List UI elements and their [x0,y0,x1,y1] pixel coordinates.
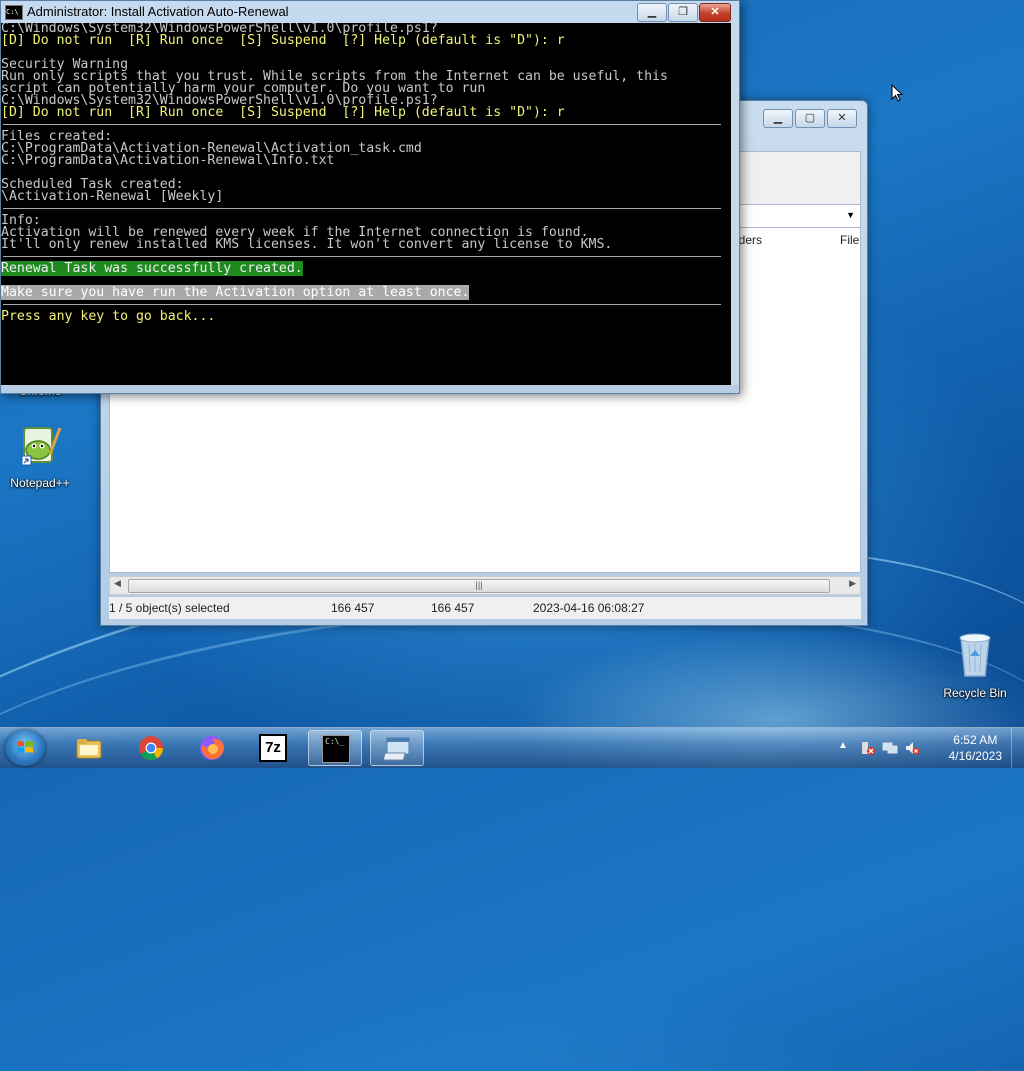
notepadpp-icon [0,424,80,473]
success-message: Renewal Task was successfully created. [1,261,303,276]
status-size: 166 457 [331,601,375,615]
clock-date: 4/16/2023 [948,749,1002,763]
windows-logo-icon [17,741,33,753]
console-scrollbar[interactable] [731,23,739,385]
start-button[interactable] [5,730,45,766]
console-window-controls: ▁ ❐ ✕ [637,3,731,22]
scroll-right-icon[interactable]: ▶ [849,578,856,589]
column-header-file[interactable]: File [840,228,859,252]
clock-time: 6:52 AM [953,733,998,747]
clock[interactable]: 6:52 AM 4/16/2023 [949,732,1002,764]
desktop-icon-label: Notepad++ [10,476,70,490]
console-divider [3,124,721,125]
taskbar-explorer-button[interactable] [62,730,116,766]
firefox-icon [200,736,224,760]
taskbar-7zip-button[interactable]: 7z [246,730,300,766]
console-divider [3,208,721,209]
chevron-down-icon[interactable]: ▼ [846,210,855,220]
status-selected: 1 / 5 object(s) selected [109,601,230,615]
console-line: It'll only renew installed KMS licenses.… [1,237,613,252]
status-packed-size: 166 457 [431,601,475,615]
console-window[interactable]: C:\ Administrator: Install Activation Au… [0,0,740,394]
window-title: Administrator: Install Activation Auto-R… [27,4,289,19]
taskbar-remote-window-button[interactable] [370,730,424,766]
console-icon: C:\_ [322,735,350,763]
close-button[interactable]: ✕ [827,109,857,128]
show-desktop-button[interactable] [1011,728,1024,768]
console-line: C:\ProgramData\Activation-Renewal\Info.t… [1,153,335,168]
taskbar-chrome-button[interactable] [124,730,178,766]
minimize-button[interactable]: ▁ [763,109,793,128]
minimize-button[interactable]: ▁ [637,3,667,22]
console-line: \Activation-Renewal [Weekly] [1,189,224,204]
console-prompt-line: [D] Do not run [R] Run once [S] Suspend … [1,105,565,120]
sevenzip-icon: 7z [259,734,287,762]
notice-message: Make sure you have run the Activation op… [1,285,470,300]
scrollbar-thumb[interactable]: ||| [128,579,830,593]
recycle-bin-icon [935,630,1015,683]
action-center-icon[interactable] [860,740,876,756]
console-output[interactable]: C:\Windows\System32\WindowsPowerShell\v1… [1,23,731,385]
console-divider [3,256,721,257]
desktop-icon-notepadpp[interactable]: Notepad++ [0,424,80,490]
chevron-up-icon[interactable]: ▲ [838,740,848,751]
taskbar-console-button[interactable]: C:\_ [308,730,362,766]
volume-muted-icon[interactable] [904,740,920,756]
status-modified: 2023-04-16 06:08:27 [533,601,645,615]
taskbar: 7z C:\_ ▲ 6:52 AM 4/16/2023 [0,727,1024,768]
console-icon: C:\ [5,5,23,20]
desktop-icon-recycle-bin[interactable]: Recycle Bin [935,630,1015,700]
scroll-left-icon[interactable]: ◀ [114,578,121,589]
press-key-prompt: Press any key to go back... [1,309,216,324]
taskbar-firefox-button[interactable] [185,730,239,766]
keyboard-window-icon [384,737,410,761]
status-bar: 1 / 5 object(s) selected 166 457 166 457… [109,597,861,619]
console-titlebar[interactable]: C:\ Administrator: Install Activation Au… [1,1,739,23]
horizontal-scrollbar[interactable]: ◀ ||| ▶ [109,576,861,595]
folder-icon [76,739,102,759]
console-divider [3,304,721,305]
chrome-icon [139,736,163,761]
archive-window-controls: ▁ ▢ ✕ [763,109,857,128]
system-tray: ▲ 6:52 AM 4/16/2023 [834,728,1024,768]
network-icon[interactable] [882,740,898,756]
mouse-cursor-icon [891,84,903,102]
maximize-button[interactable]: ▢ [795,109,825,128]
maximize-button[interactable]: ❐ [668,3,698,22]
console-prompt-line: [D] Do not run [R] Run once [S] Suspend … [1,33,565,48]
close-button[interactable]: ✕ [699,3,731,22]
desktop-icon-label: Recycle Bin [943,686,1007,700]
